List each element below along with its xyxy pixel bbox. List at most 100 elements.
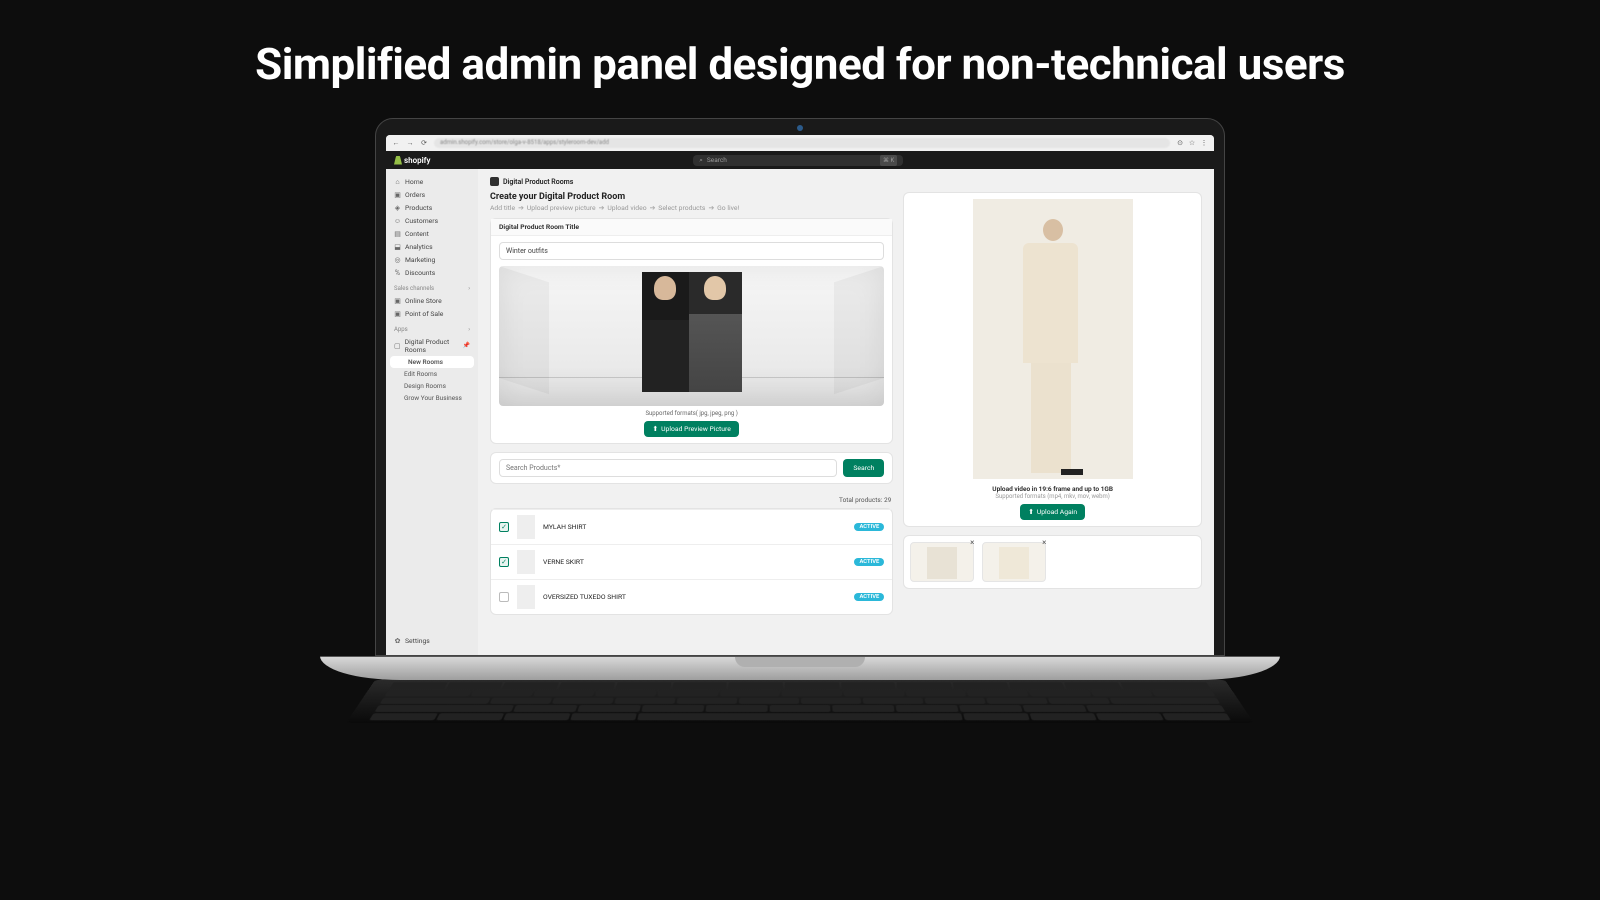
- nav-icon: ⬓: [394, 243, 401, 250]
- sidebar-subitem[interactable]: Grow Your Business: [386, 392, 478, 404]
- sidebar-item-label: Discounts: [405, 269, 435, 277]
- video-card: Upload video in 19:6 frame and up to 1GB…: [903, 192, 1202, 527]
- laptop-mockup: ← → ⟳ admin.shopify.com/store/olga-v-851…: [375, 118, 1225, 750]
- brand-label: shopify: [404, 156, 431, 165]
- sidebar-item-label: Marketing: [405, 256, 435, 264]
- product-row[interactable]: ✓ VERNE SKIRT ACTIVE: [491, 544, 892, 579]
- sidebar-item-label: Content: [405, 230, 429, 238]
- sidebar-subitem[interactable]: New Rooms: [390, 356, 474, 368]
- wizard-steps: Add title➔Upload preview picture➔Upload …: [490, 204, 893, 212]
- step-label: Upload preview picture: [527, 204, 596, 212]
- preview-image: [642, 272, 742, 392]
- sidebar-channel[interactable]: ▣ Online Store: [386, 294, 478, 307]
- product-thumb: [517, 585, 535, 609]
- sidebar-item[interactable]: ▣ Orders: [386, 188, 478, 201]
- address-bar[interactable]: admin.shopify.com/store/olga-v-8518/apps…: [434, 138, 1170, 148]
- arrow-icon: ➔: [599, 204, 605, 212]
- channel-icon: ▣: [394, 310, 401, 317]
- video-caption: Upload video in 19:6 frame and up to 1GB: [910, 485, 1195, 493]
- close-icon[interactable]: ×: [967, 539, 977, 549]
- video-hint: Supported formats (mp4, mkv, mov, webm): [910, 493, 1195, 500]
- product-list: ✓ MYLAH SHIRT ACTIVE ✓ VERNE SKIRT ACTIV…: [490, 508, 893, 615]
- upload-preview-button[interactable]: ⬆ Upload Preview Picture: [644, 421, 738, 437]
- step-label: Go live!: [717, 204, 739, 212]
- product-row[interactable]: OVERSIZED TUXEDO SHIRT ACTIVE: [491, 579, 892, 614]
- nav-icon: ▤: [394, 230, 401, 237]
- product-row[interactable]: ✓ MYLAH SHIRT ACTIVE: [491, 509, 892, 544]
- sidebar-item[interactable]: ◈ Products: [386, 201, 478, 214]
- forward-icon[interactable]: →: [406, 139, 414, 147]
- nav-icon: ◎: [394, 256, 401, 263]
- breadcrumb: Digital Product Rooms: [490, 177, 1202, 186]
- global-search[interactable]: ⌕ Search ⌘ K: [693, 155, 903, 166]
- checkbox[interactable]: [499, 592, 509, 602]
- product-name: VERNE SKIRT: [543, 558, 846, 566]
- upload-icon: ⬆: [652, 425, 658, 433]
- chevron-right-icon[interactable]: ›: [468, 326, 470, 333]
- sidebar-item[interactable]: ⬓ Analytics: [386, 240, 478, 253]
- product-name: MYLAH SHIRT: [543, 523, 846, 531]
- close-icon[interactable]: ×: [1039, 539, 1049, 549]
- product-thumb: [517, 550, 535, 574]
- status-badge: ACTIVE: [854, 558, 884, 566]
- sidebar-settings[interactable]: ✿ Settings: [386, 633, 478, 649]
- search-card: Search: [490, 452, 893, 484]
- zoom-icon[interactable]: ⊙: [1176, 139, 1184, 147]
- search-placeholder: Search: [707, 155, 727, 166]
- star-icon[interactable]: ☆: [1188, 139, 1196, 147]
- sidebar-item-label: Products: [405, 204, 432, 212]
- selected-product[interactable]: ×: [910, 542, 974, 582]
- breadcrumb-label: Digital Product Rooms: [503, 178, 573, 186]
- app-topbar: shopify ⌕ Search ⌘ K: [386, 151, 1214, 169]
- back-icon[interactable]: ←: [392, 139, 400, 147]
- product-search-input[interactable]: [499, 459, 837, 477]
- sidebar-channel[interactable]: ▣ Point of Sale: [386, 307, 478, 320]
- reload-icon[interactable]: ⟳: [420, 139, 428, 147]
- nav-icon: ☺: [394, 217, 401, 224]
- sales-channels-header: Sales channels›: [386, 279, 478, 294]
- title-card: Digital Product Room Title: [490, 218, 893, 444]
- product-name: OVERSIZED TUXEDO SHIRT: [543, 593, 846, 601]
- button-label: Upload Preview Picture: [661, 425, 731, 433]
- nav-icon: ◈: [394, 204, 401, 211]
- sidebar-subitem[interactable]: Edit Rooms: [386, 368, 478, 380]
- sidebar-item-label: Orders: [405, 191, 425, 199]
- sidebar-item[interactable]: ⌂ Home: [386, 175, 478, 188]
- sidebar-item-label: Home: [405, 178, 423, 186]
- sidebar-item[interactable]: ▤ Content: [386, 227, 478, 240]
- chevron-right-icon[interactable]: ›: [468, 285, 470, 292]
- app-icon: ▢: [394, 342, 401, 349]
- video-preview: [973, 199, 1133, 479]
- shopify-logo[interactable]: shopify: [394, 156, 431, 165]
- hero-title: Simplified admin panel designed for non-…: [0, 0, 1600, 90]
- sidebar-item[interactable]: % Discounts: [386, 266, 478, 279]
- sidebar-item-label: Digital Product Rooms: [405, 338, 459, 354]
- selected-product[interactable]: ×: [982, 542, 1046, 582]
- product-thumb: [927, 547, 957, 579]
- checkbox[interactable]: ✓: [499, 522, 509, 532]
- nav-icon: ▣: [394, 191, 401, 198]
- arrow-icon: ➔: [708, 204, 714, 212]
- search-button[interactable]: Search: [843, 459, 884, 477]
- checkbox[interactable]: ✓: [499, 557, 509, 567]
- step-label: Add title: [490, 204, 515, 212]
- sidebar-item[interactable]: ☺ Customers: [386, 214, 478, 227]
- sidebar-item-label: Analytics: [405, 243, 433, 251]
- room-preview: [499, 266, 884, 406]
- room-title-input[interactable]: [499, 242, 884, 260]
- pin-icon[interactable]: 📌: [463, 342, 470, 349]
- sidebar-item-label: Online Store: [405, 297, 442, 305]
- sidebar-item-label: Point of Sale: [405, 310, 443, 318]
- sidebar-app-dpr[interactable]: ▢ Digital Product Rooms 📌: [386, 335, 478, 356]
- sidebar-subitem[interactable]: Design Rooms: [386, 380, 478, 392]
- settings-label: Settings: [405, 637, 430, 645]
- arrow-icon: ➔: [650, 204, 656, 212]
- product-thumb: [517, 515, 535, 539]
- channel-icon: ▣: [394, 297, 401, 304]
- upload-again-button[interactable]: ⬆ Upload Again: [1020, 504, 1085, 520]
- step-label: Upload video: [607, 204, 646, 212]
- gear-icon: ✿: [394, 638, 401, 645]
- extension-icon[interactable]: ⋮: [1200, 139, 1208, 147]
- sidebar-item[interactable]: ◎ Marketing: [386, 253, 478, 266]
- search-kbd: ⌘ K: [880, 155, 897, 166]
